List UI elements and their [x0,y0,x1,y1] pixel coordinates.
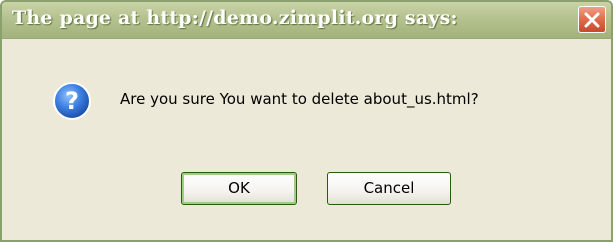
dialog-titlebar[interactable]: The page at http://demo.zimplit.org says… [2,2,611,39]
cancel-button[interactable]: Cancel [327,172,451,205]
confirm-dialog: The page at http://demo.zimplit.org says… [0,0,613,242]
close-icon [584,12,600,28]
close-button[interactable] [578,6,606,33]
dialog-title: The page at http://demo.zimplit.org says… [12,7,458,29]
ok-button[interactable]: OK [181,172,297,205]
dialog-message: Are you sure You want to delete about_us… [120,90,479,108]
svg-text:?: ? [65,87,79,115]
question-icon: ? [53,82,91,120]
